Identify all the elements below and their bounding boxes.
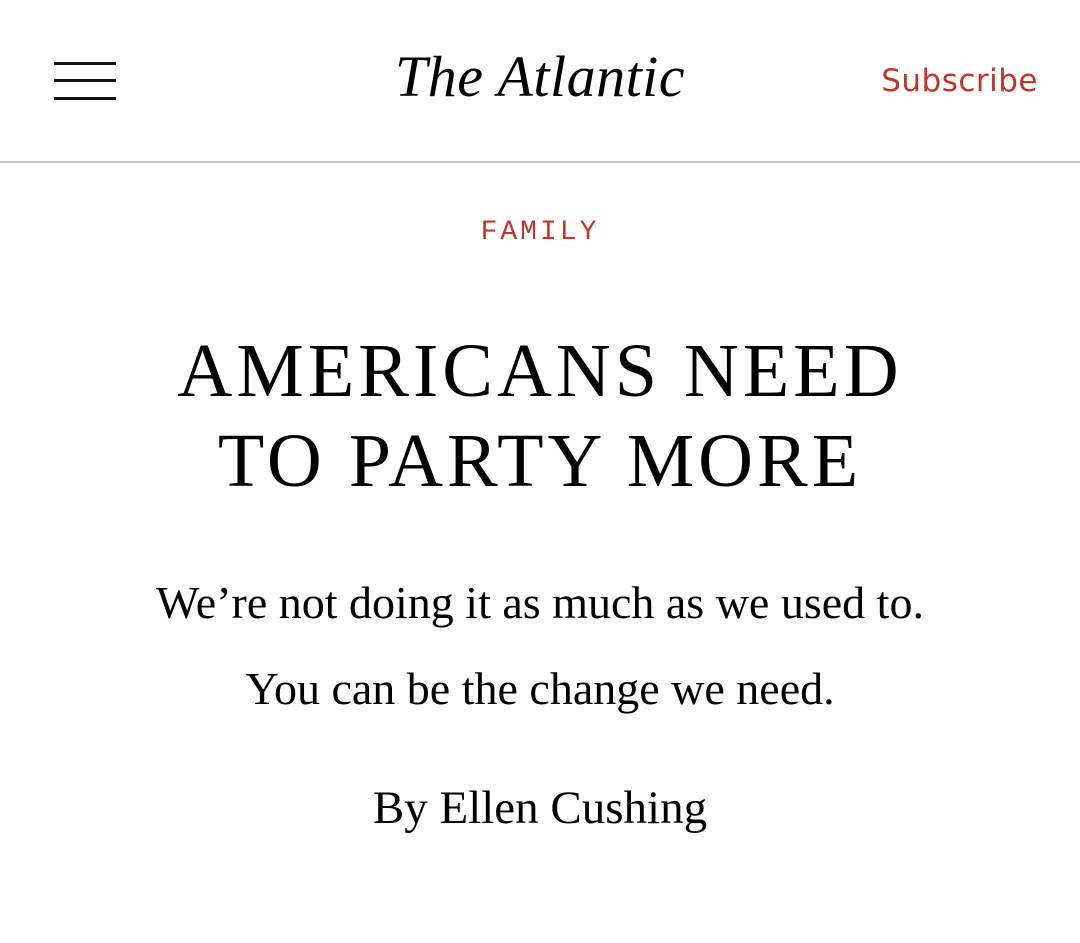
dek-line-2: You can be the change we need. [245,663,835,714]
section-label[interactable]: FAMILY [0,215,1080,251]
byline: By Ellen Cushing [0,778,1080,838]
headline-line-1: AMERICANS NEED [177,329,903,413]
headline-line-2: TO PARTY MORE [217,419,863,503]
author-name[interactable]: Ellen Cushing [439,782,707,834]
article-dek: We’re not doing it as much as we used to… [60,560,1020,732]
site-header: The Atlantic Subscribe [0,0,1080,163]
subscribe-link[interactable]: Subscribe [881,62,1038,100]
byline-prefix: By [372,782,428,834]
article-headline: AMERICANS NEED TO PARTY MORE [60,326,1020,506]
dek-line-1: We’re not doing it as much as we used to… [156,577,924,628]
